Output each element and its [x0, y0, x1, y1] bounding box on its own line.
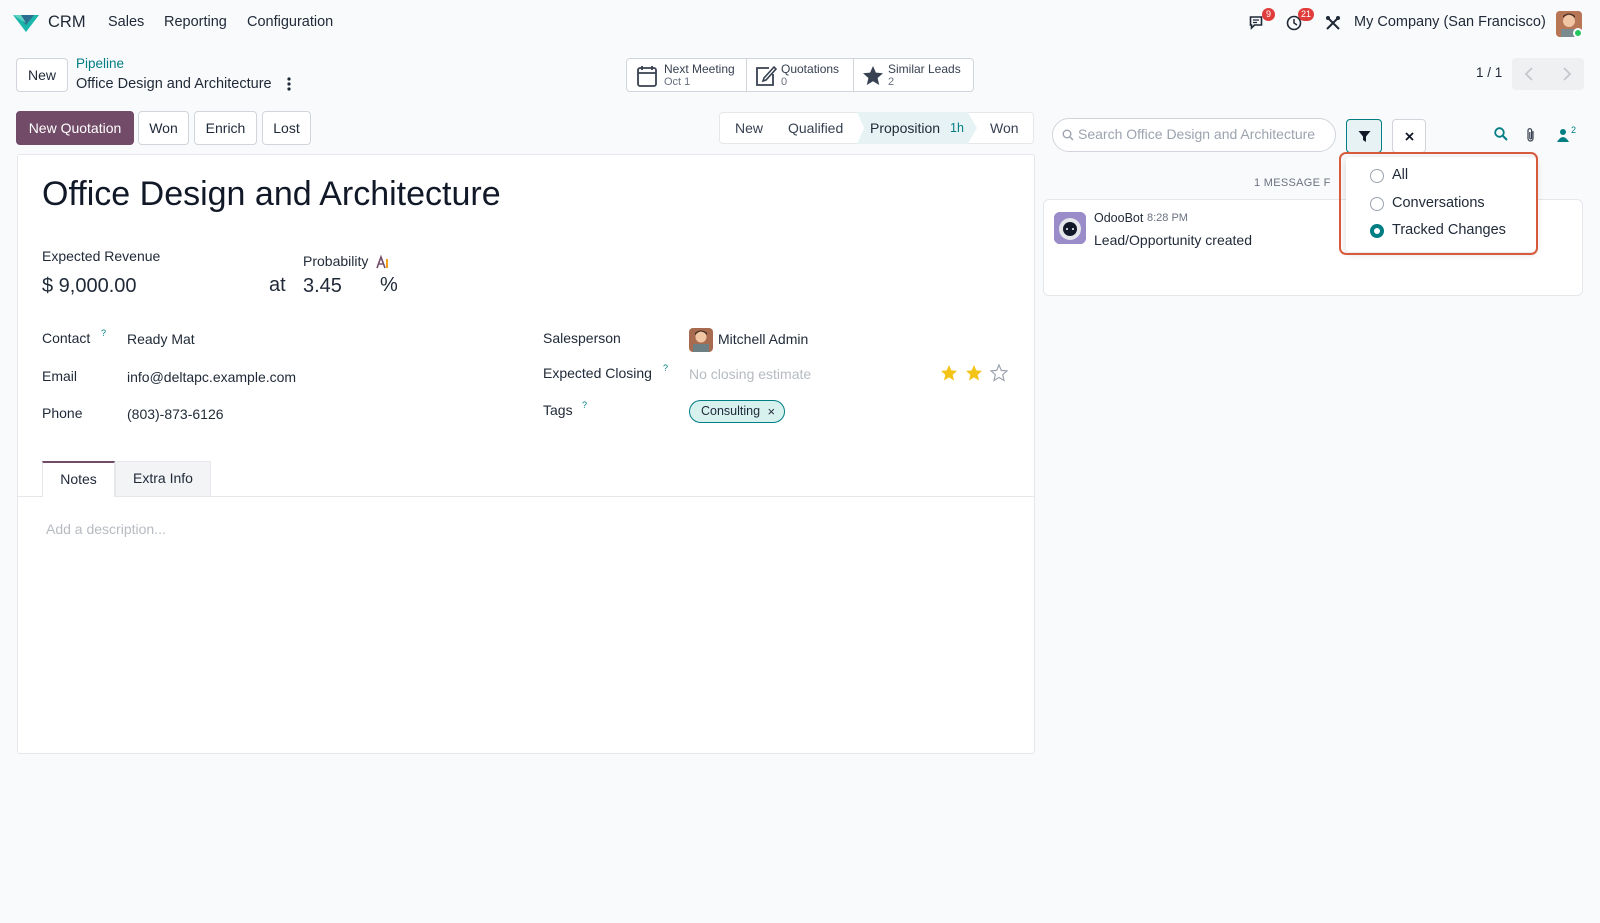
enrich-button[interactable]: Enrich: [194, 111, 257, 145]
form-sheet: Office Design and Architecture Expected …: [17, 154, 1035, 754]
message-body: Lead/Opportunity created: [1094, 232, 1252, 248]
tags-label: Tags: [543, 402, 573, 418]
activities-badge: 21: [1298, 8, 1315, 21]
ai-probability-icon[interactable]: [376, 255, 391, 269]
top-navbar: CRM Sales Reporting Configuration 9 21 M…: [0, 0, 1600, 46]
expected-closing-value[interactable]: No closing estimate: [689, 366, 811, 382]
stage-won[interactable]: Won: [990, 120, 1019, 136]
next-meeting-value: Oct 1: [664, 76, 691, 88]
contact-value[interactable]: Ready Mat: [127, 331, 195, 347]
edit-icon: [755, 65, 777, 87]
chatter-search-input[interactable]: [1078, 126, 1323, 142]
probability-label: Probability: [303, 253, 369, 269]
tab-extra-info[interactable]: Extra Info: [115, 461, 211, 497]
phone-label: Phone: [42, 405, 83, 421]
breadcrumb-current: Office Design and Architecture: [76, 76, 272, 92]
record-actions-icon[interactable]: [286, 76, 292, 92]
crm-logo-icon[interactable]: [12, 13, 40, 33]
messages-badge: 9: [1262, 8, 1275, 21]
salesperson-label: Salesperson: [543, 330, 621, 346]
stage-new[interactable]: New: [735, 120, 763, 136]
stage-proposition[interactable]: Proposition: [870, 120, 940, 136]
email-label: Email: [42, 368, 78, 384]
salesperson-value[interactable]: Mitchell Admin: [718, 331, 808, 347]
phone-value[interactable]: (803)-873-6126: [127, 406, 224, 422]
smart-button-quotations[interactable]: Quotations 0: [747, 58, 854, 92]
filter-toggle-button[interactable]: [1346, 119, 1382, 153]
debug-tools-icon[interactable]: [1325, 15, 1341, 31]
filter-icon: [1358, 130, 1371, 143]
tab-notes[interactable]: Notes: [42, 461, 115, 497]
company-switcher[interactable]: My Company (San Francisco): [1354, 14, 1546, 30]
stage-duration: 1h: [950, 121, 964, 135]
similar-leads-label: Similar Leads: [888, 62, 961, 76]
chatter-search-icon[interactable]: [1494, 127, 1508, 141]
app-name[interactable]: CRM: [48, 13, 86, 32]
pager-previous-icon[interactable]: [1524, 67, 1534, 81]
salesperson-avatar: [689, 328, 713, 352]
tag-label: Consulting: [701, 404, 761, 418]
opportunity-title[interactable]: Office Design and Architecture: [42, 175, 501, 214]
calendar-icon: [637, 65, 657, 87]
star-icon: [862, 65, 884, 87]
online-status-icon: [1573, 28, 1583, 38]
odoobot-avatar: [1054, 212, 1086, 244]
menu-reporting[interactable]: Reporting: [164, 14, 227, 30]
smart-button-similar-leads[interactable]: Similar Leads 2: [854, 58, 974, 92]
messages-found-label: 1 MESSAGE F: [1254, 177, 1331, 189]
star-filled-icon[interactable]: [966, 365, 982, 381]
pager-value[interactable]: 1 / 1: [1476, 65, 1502, 80]
star-empty-icon[interactable]: [989, 363, 1009, 382]
priority-stars[interactable]: [940, 363, 1012, 383]
similar-leads-value: 2: [888, 76, 895, 88]
quotations-label: Quotations: [781, 62, 840, 76]
pager-next-icon[interactable]: [1562, 67, 1572, 81]
close-search-button[interactable]: [1392, 119, 1426, 153]
contact-help-icon[interactable]: ?: [101, 328, 106, 338]
at-label: at: [269, 274, 286, 296]
email-value[interactable]: info@deltapc.example.com: [127, 369, 296, 385]
won-button[interactable]: Won: [138, 111, 189, 145]
filter-highlight-box: [1339, 152, 1538, 255]
chatter-search: [1052, 118, 1336, 152]
stage-qualified[interactable]: Qualified: [788, 120, 843, 136]
menu-configuration[interactable]: Configuration: [247, 14, 333, 30]
expected-revenue-value[interactable]: $ 9,000.00: [42, 275, 137, 298]
next-meeting-label: Next Meeting: [664, 62, 735, 76]
smart-button-next-meeting[interactable]: Next Meeting Oct 1: [626, 58, 747, 92]
menu-sales[interactable]: Sales: [108, 14, 144, 30]
percent-sign: %: [380, 274, 398, 296]
lost-button[interactable]: Lost: [262, 111, 311, 145]
new-quotation-button[interactable]: New Quotation: [16, 111, 134, 145]
search-icon: [1062, 129, 1074, 141]
followers-icon[interactable]: [1556, 128, 1570, 142]
expected-closing-help-icon[interactable]: ?: [663, 363, 668, 373]
pager-buttons: [1512, 58, 1584, 90]
new-record-button[interactable]: New: [16, 58, 68, 92]
quotations-value: 0: [781, 76, 788, 88]
expected-revenue-label: Expected Revenue: [42, 248, 161, 264]
expected-closing-label: Expected Closing: [543, 365, 652, 381]
close-icon: [1405, 132, 1414, 141]
tag-remove-icon[interactable]: ×: [767, 401, 775, 422]
star-filled-icon[interactable]: [941, 365, 957, 381]
followers-count: 2: [1571, 125, 1577, 135]
description-editor[interactable]: Add a description...: [46, 521, 166, 537]
message-time: 8:28 PM: [1147, 212, 1188, 224]
breadcrumb-pipeline[interactable]: Pipeline: [76, 56, 124, 71]
contact-label: Contact: [42, 330, 91, 346]
tags-help-icon[interactable]: ?: [582, 400, 587, 410]
tag-consulting[interactable]: Consulting ×: [689, 400, 786, 423]
attachment-icon[interactable]: [1525, 127, 1536, 143]
stage-statusbar: New Qualified Proposition 1h Won: [719, 112, 1034, 144]
message-author[interactable]: OdooBot: [1094, 211, 1143, 225]
probability-value[interactable]: 3.45: [303, 275, 342, 298]
